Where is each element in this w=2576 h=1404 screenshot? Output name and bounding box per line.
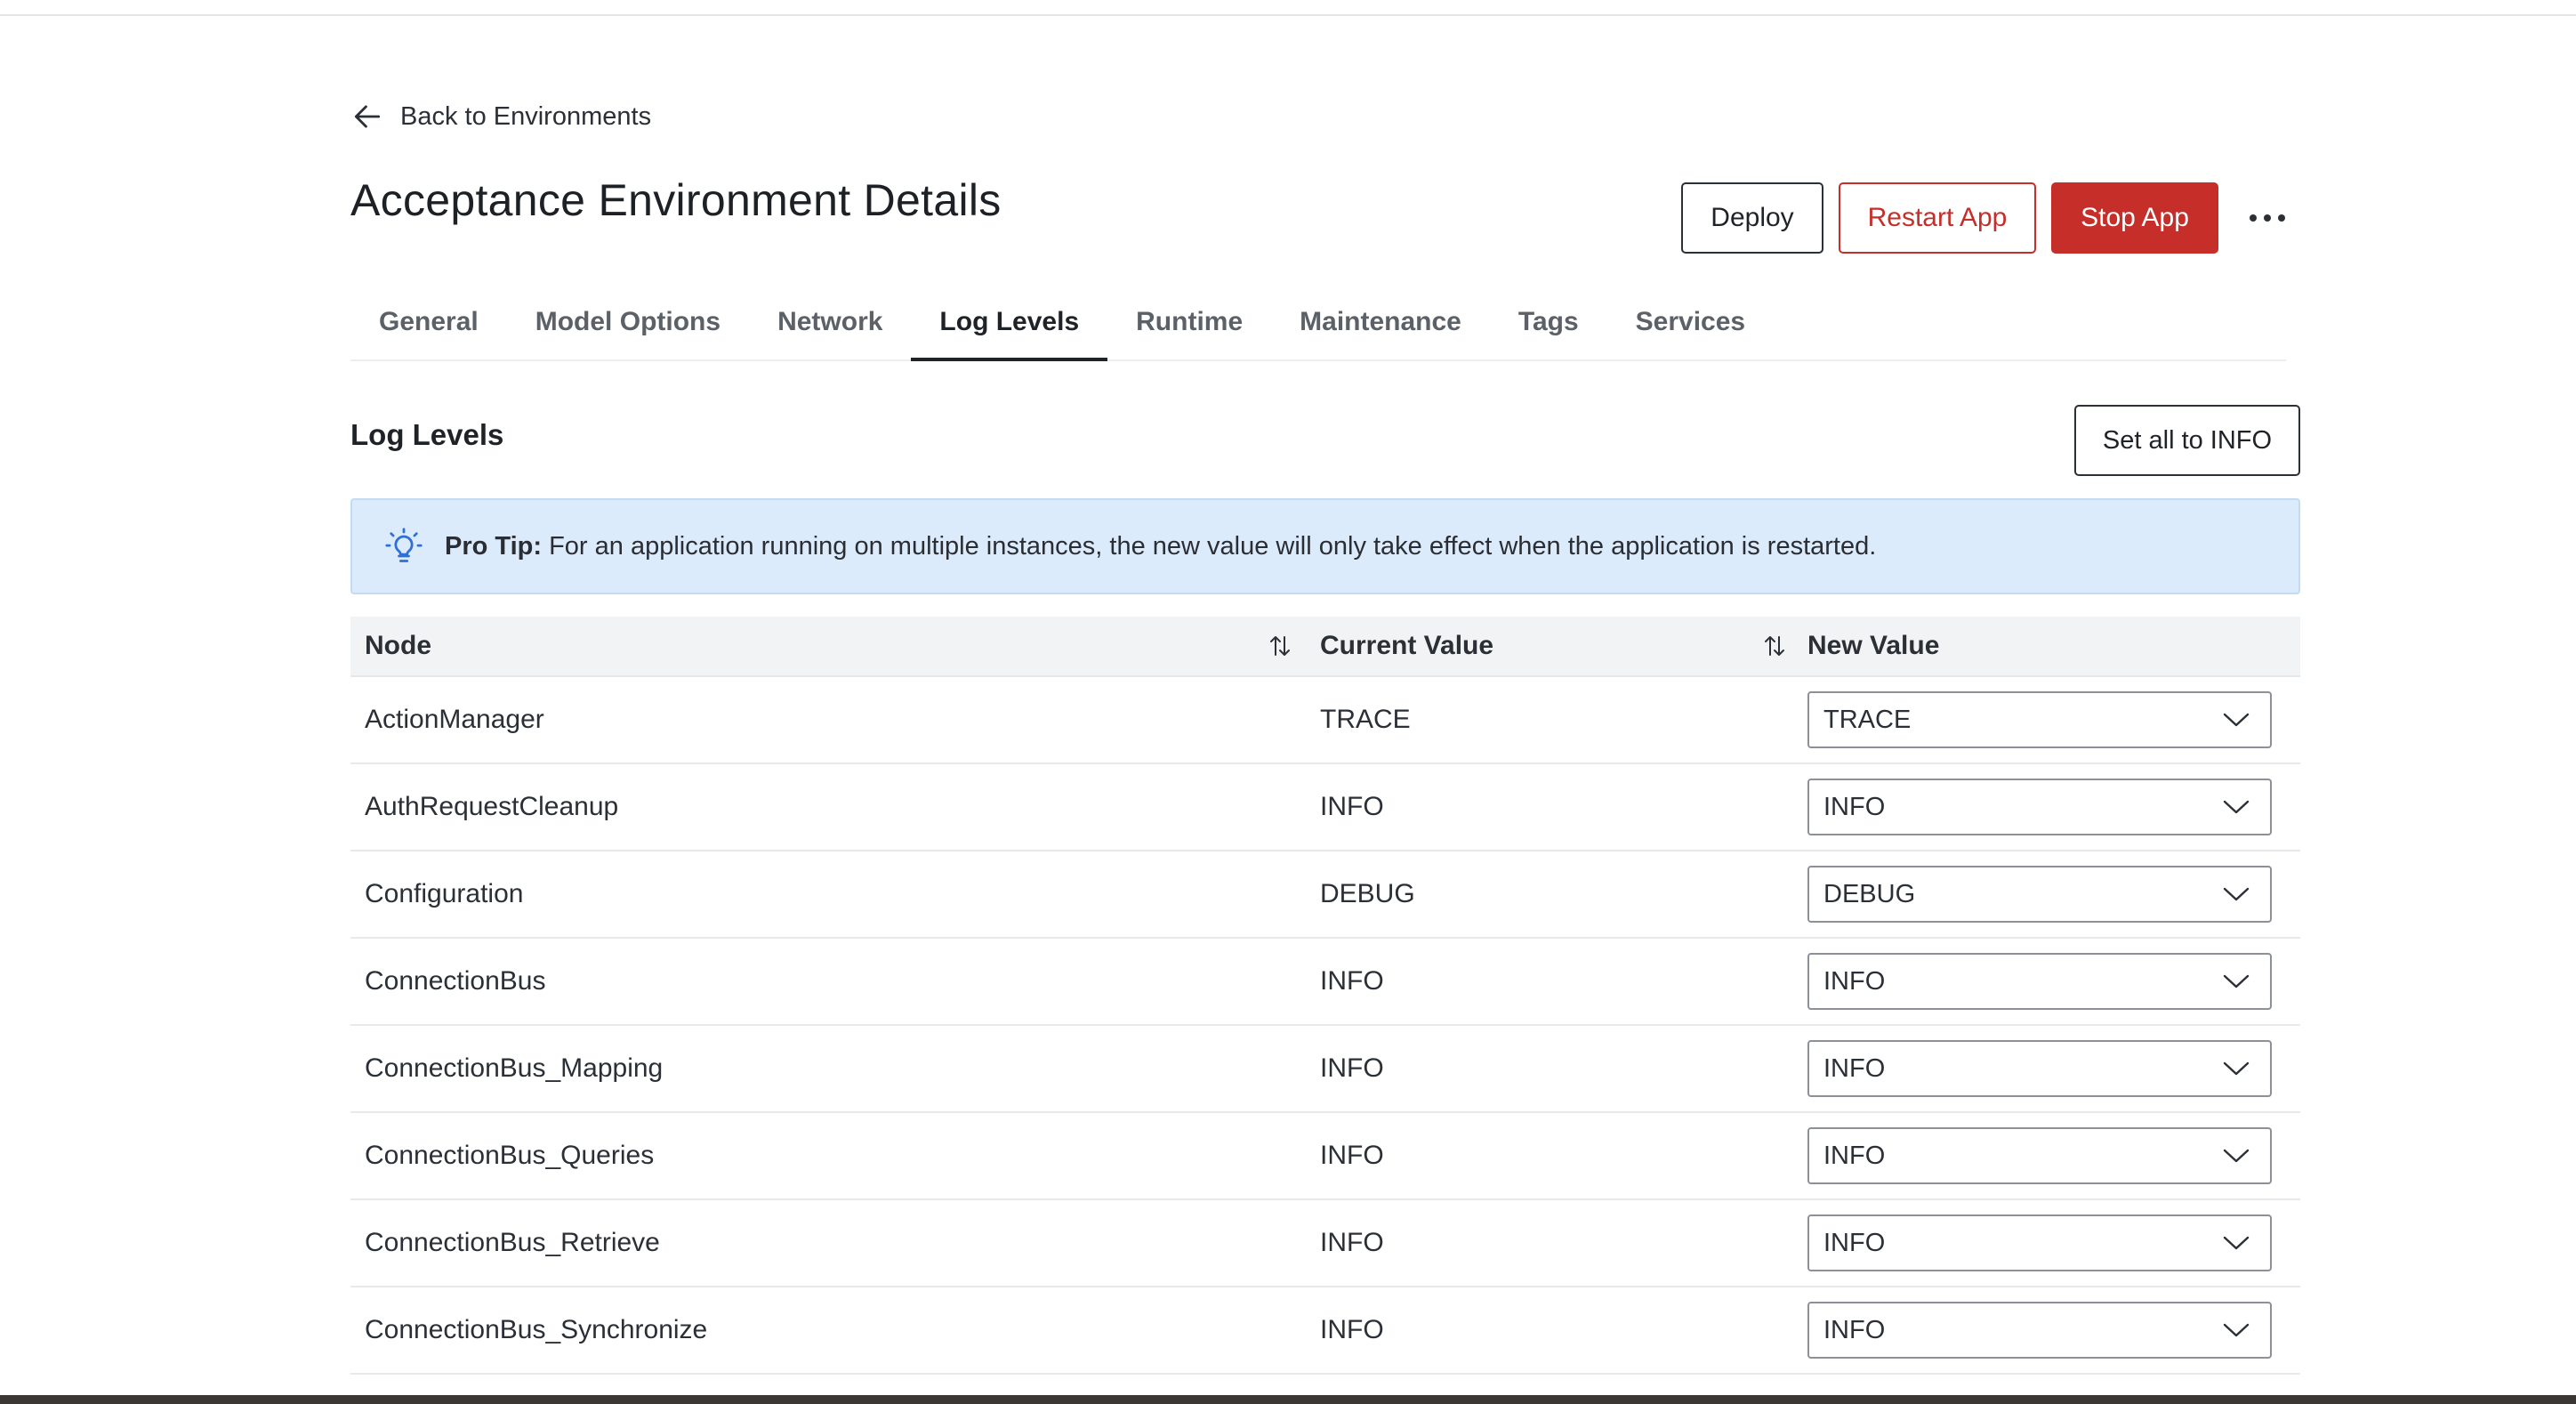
tab-services[interactable]: Services bbox=[1607, 285, 1774, 359]
new-value-cell: INFO bbox=[1807, 1302, 2300, 1359]
column-header-node: Node bbox=[350, 631, 1320, 661]
new-value-selected: INFO bbox=[1823, 1228, 1886, 1257]
table-row: Configuration DEBUG DEBUG bbox=[350, 851, 2300, 939]
chevron-down-icon bbox=[2223, 1236, 2250, 1250]
table-row: ConnectionBus INFO INFO bbox=[350, 939, 2300, 1026]
chevron-down-icon bbox=[2223, 1061, 2250, 1076]
tab-maintenance[interactable]: Maintenance bbox=[1271, 285, 1490, 359]
node-name-cell: ActionManager bbox=[365, 705, 544, 734]
header-actions: Deploy Restart App Stop App bbox=[1681, 182, 2294, 254]
chevron-down-icon bbox=[2223, 974, 2250, 988]
top-divider bbox=[0, 14, 2576, 16]
chevron-down-icon bbox=[2223, 887, 2250, 901]
new-value-selected: INFO bbox=[1823, 1141, 1886, 1170]
node-name-cell: ConnectionBus_Synchronize bbox=[365, 1315, 708, 1344]
tab-bar: General Model Options Network Log Levels Run… bbox=[350, 285, 2286, 361]
current-value-cell: INFO bbox=[1320, 792, 1384, 821]
lightbulb-icon bbox=[385, 528, 423, 562]
table-header: Node Current Value New Value bbox=[350, 617, 2300, 677]
new-value-cell: INFO bbox=[1807, 1214, 2300, 1271]
node-name-cell: ConnectionBus bbox=[365, 966, 546, 996]
new-value-cell: TRACE bbox=[1807, 691, 2300, 748]
back-link-label: Back to Environments bbox=[400, 101, 652, 131]
new-value-cell: INFO bbox=[1807, 1040, 2300, 1097]
table-row: ConnectionBus_Queries INFO INFO bbox=[350, 1113, 2300, 1200]
sort-icon[interactable] bbox=[1267, 633, 1293, 659]
stop-app-button[interactable]: Stop App bbox=[2051, 182, 2218, 254]
node-name-cell: ConnectionBus_Queries bbox=[365, 1141, 655, 1170]
tab-general[interactable]: General bbox=[350, 285, 507, 359]
new-value-select[interactable]: INFO bbox=[1807, 779, 2272, 835]
page-title: Acceptance Environment Details bbox=[350, 175, 1002, 225]
new-value-cell: INFO bbox=[1807, 779, 2300, 835]
table-row: ConnectionBus_Mapping INFO INFO bbox=[350, 1026, 2300, 1113]
new-value-selected: INFO bbox=[1823, 792, 1886, 821]
new-value-select[interactable]: DEBUG bbox=[1807, 866, 2272, 923]
node-name-cell: AuthRequestCleanup bbox=[365, 792, 619, 821]
current-value-cell: TRACE bbox=[1320, 705, 1411, 734]
deploy-button[interactable]: Deploy bbox=[1681, 182, 1823, 254]
table-row: ConnectionBus_Synchronize INFO INFO bbox=[350, 1287, 2300, 1375]
tab-log-levels[interactable]: Log Levels bbox=[911, 285, 1107, 361]
node-name-cell: Configuration bbox=[365, 879, 524, 908]
tab-tags[interactable]: Tags bbox=[1490, 285, 1607, 359]
current-value-cell: INFO bbox=[1320, 1141, 1384, 1170]
column-header-new-value: New Value bbox=[1807, 631, 2300, 661]
restart-app-button[interactable]: Restart App bbox=[1839, 182, 2036, 254]
back-to-environments-link[interactable]: Back to Environments bbox=[350, 100, 651, 133]
table-row: ActionManager TRACE TRACE bbox=[350, 677, 2300, 764]
new-value-selected: INFO bbox=[1823, 1315, 1886, 1344]
chevron-down-icon bbox=[2223, 713, 2250, 727]
new-value-cell: DEBUG bbox=[1807, 866, 2300, 923]
more-options-button[interactable] bbox=[2241, 191, 2294, 245]
new-value-select[interactable]: INFO bbox=[1807, 1214, 2272, 1271]
tab-runtime[interactable]: Runtime bbox=[1107, 285, 1271, 359]
chevron-down-icon bbox=[2223, 1323, 2250, 1337]
chevron-down-icon bbox=[2223, 1149, 2250, 1163]
current-value-cell: INFO bbox=[1320, 1315, 1384, 1344]
more-horizontal-icon bbox=[2250, 214, 2285, 222]
new-value-selected: INFO bbox=[1823, 966, 1886, 996]
bottom-edge-strip bbox=[0, 1395, 2576, 1404]
new-value-selected: TRACE bbox=[1823, 705, 1912, 734]
current-value-cell: INFO bbox=[1320, 966, 1384, 996]
table-body: ActionManager TRACE TRACE AuthRequestCleanu… bbox=[350, 677, 2300, 1375]
column-header-current-value-label: Current Value bbox=[1320, 631, 1494, 660]
column-header-new-value-label: New Value bbox=[1807, 631, 1940, 660]
column-header-node-label: Node bbox=[365, 631, 431, 660]
chevron-down-icon bbox=[2223, 800, 2250, 814]
new-value-cell: INFO bbox=[1807, 1127, 2300, 1184]
new-value-select[interactable]: INFO bbox=[1807, 1127, 2272, 1184]
section-title: Log Levels bbox=[350, 418, 504, 451]
table-row: AuthRequestCleanup INFO INFO bbox=[350, 764, 2300, 851]
tab-network[interactable]: Network bbox=[749, 285, 911, 359]
table-row: ConnectionBus_Retrieve INFO INFO bbox=[350, 1200, 2300, 1287]
current-value-cell: INFO bbox=[1320, 1053, 1384, 1083]
pro-tip-message: For an application running on multiple i… bbox=[542, 531, 1877, 561]
log-levels-table: Node Current Value New Value ActionManag… bbox=[350, 617, 2300, 1375]
node-name-cell: ConnectionBus_Mapping bbox=[365, 1053, 664, 1083]
pro-tip-text: Pro Tip: For an application running on m… bbox=[445, 532, 1876, 561]
pro-tip-banner: Pro Tip: For an application running on m… bbox=[350, 498, 2300, 594]
arrow-left-icon bbox=[354, 105, 381, 128]
new-value-select[interactable]: INFO bbox=[1807, 1302, 2272, 1359]
new-value-selected: INFO bbox=[1823, 1053, 1886, 1083]
set-all-to-info-button[interactable]: Set all to INFO bbox=[2074, 405, 2300, 476]
current-value-cell: DEBUG bbox=[1320, 879, 1415, 908]
sort-icon[interactable] bbox=[1761, 633, 1788, 659]
tab-model-options[interactable]: Model Options bbox=[507, 285, 749, 359]
new-value-select[interactable]: TRACE bbox=[1807, 691, 2272, 748]
new-value-select[interactable]: INFO bbox=[1807, 953, 2272, 1010]
new-value-cell: INFO bbox=[1807, 953, 2300, 1010]
column-header-current-value: Current Value bbox=[1320, 631, 1807, 661]
current-value-cell: INFO bbox=[1320, 1228, 1384, 1257]
node-name-cell: ConnectionBus_Retrieve bbox=[365, 1228, 660, 1257]
new-value-selected: DEBUG bbox=[1823, 879, 1916, 908]
pro-tip-label: Pro Tip: bbox=[445, 531, 543, 561]
new-value-select[interactable]: INFO bbox=[1807, 1040, 2272, 1097]
